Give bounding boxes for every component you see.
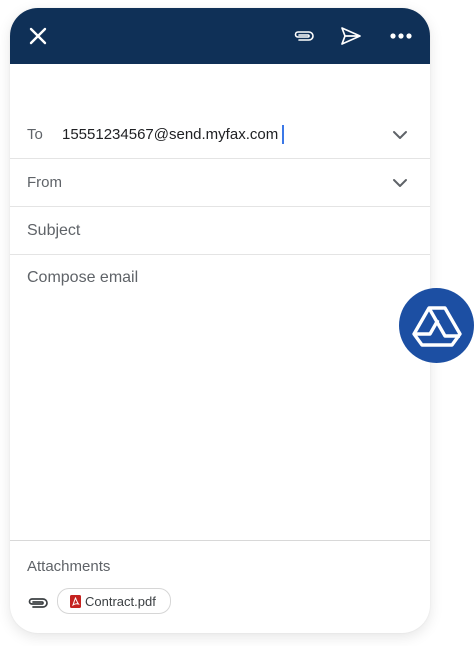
attach-button[interactable] (288, 20, 320, 52)
subject-placeholder: Subject (27, 221, 81, 239)
body-field[interactable]: Compose email (10, 255, 430, 539)
to-label: To (27, 126, 43, 143)
text-cursor (282, 125, 285, 144)
compose-window: To 15551234567@send.myfax.com From Subje… (10, 8, 430, 633)
chevron-down-icon (393, 130, 407, 139)
send-button[interactable] (335, 20, 367, 52)
attachment-name: Contract.pdf (85, 593, 156, 609)
chevron-down-icon (393, 178, 407, 187)
from-label: From (27, 174, 62, 191)
subject-field[interactable]: Subject (10, 207, 430, 255)
paperclip-icon (28, 598, 48, 608)
to-field[interactable]: 15551234567@send.myfax.com (62, 125, 285, 144)
attachment-chip[interactable]: Contract.pdf (57, 588, 171, 614)
body-placeholder: Compose email (27, 269, 139, 286)
from-row[interactable]: From (10, 159, 430, 207)
top-app-bar (10, 8, 430, 64)
paperclip-icon (294, 31, 314, 41)
attachments-section: Attachments Contract.pdf (10, 540, 430, 633)
more-options-icon (390, 33, 412, 39)
send-icon (341, 27, 361, 45)
to-row[interactable]: To 15551234567@send.myfax.com (10, 111, 430, 159)
close-icon (29, 27, 47, 45)
to-value: 15551234567@send.myfax.com (62, 126, 279, 143)
drive-button[interactable] (399, 288, 474, 363)
from-expand-button[interactable] (390, 173, 410, 193)
pdf-icon (70, 594, 81, 608)
drive-icon (411, 305, 462, 347)
more-options-button[interactable] (385, 20, 417, 52)
attachments-title: Attachments (27, 558, 111, 575)
close-button[interactable] (22, 20, 54, 52)
to-expand-button[interactable] (390, 125, 410, 145)
